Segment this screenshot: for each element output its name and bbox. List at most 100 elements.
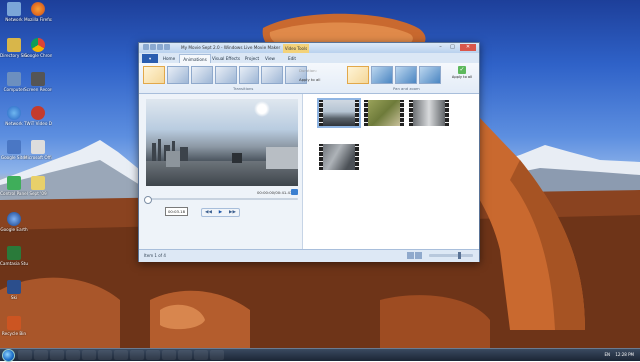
taskbar-item[interactable] [98, 350, 112, 360]
movie-maker-window: My Movie Sept 2.0 - Windows Live Movie M… [138, 42, 480, 262]
apply-to-all-label: Apply to all [451, 75, 473, 79]
skyline-building [180, 147, 188, 161]
desktop-icon[interactable]: Sept '09 [24, 176, 52, 196]
preview-seekbar[interactable] [146, 198, 298, 200]
seek-thumb[interactable] [144, 196, 152, 204]
pan-zoom-thumb[interactable] [371, 66, 393, 84]
taskbar: EN 12:28 PM [0, 348, 640, 362]
title-bar[interactable]: My Movie Sept 2.0 - Windows Live Movie M… [139, 43, 479, 53]
apply-to-all-button[interactable]: ✓ Apply to all [449, 66, 475, 86]
folder-icon [31, 176, 45, 190]
taskbar-item[interactable] [130, 350, 144, 360]
minimize-button[interactable]: – [435, 44, 446, 51]
storyboard-view-icon[interactable] [407, 252, 414, 259]
storyboard-pane [303, 94, 479, 249]
play-icon[interactable]: ▶ [215, 209, 226, 216]
tab-home[interactable]: Home [161, 54, 177, 63]
desktop-icon-label: Screen Recorder [24, 87, 52, 92]
status-text: Item 1 of 4 [144, 253, 166, 258]
taskbar-item[interactable] [18, 350, 32, 360]
storyboard-clip[interactable] [409, 100, 449, 126]
desktop-icon[interactable]: Ski [0, 280, 28, 300]
ribbon: Transitions Duration: Apply to all Pan a… [139, 63, 479, 94]
clip-thumbnail [368, 100, 400, 126]
film-sprocket [355, 100, 359, 126]
desktop-icon[interactable]: Recycle Bin [0, 316, 28, 336]
rooftop-structure [166, 151, 180, 167]
pan-zoom-thumb[interactable] [419, 66, 441, 84]
sun-glare [254, 101, 270, 117]
save-icon[interactable] [150, 44, 156, 50]
pan-zoom-none-thumb[interactable] [347, 66, 369, 84]
taskbar-item[interactable] [146, 350, 160, 360]
apply-to-all-transitions[interactable]: Apply to all [299, 77, 320, 82]
transitions-group-label: Transitions [233, 86, 254, 91]
document-icon [31, 140, 45, 154]
recycle-bin-icon [7, 316, 21, 330]
google-earth-icon [7, 212, 21, 226]
duration-label: Duration: [299, 68, 317, 73]
tab-visual-effects[interactable]: Visual Effects [211, 54, 241, 63]
status-bar: Item 1 of 4 [139, 249, 479, 262]
globe-icon [7, 106, 21, 120]
previous-frame-icon[interactable]: ◀◀ [203, 209, 214, 216]
clip-thumbnail [323, 144, 355, 170]
zoom-slider[interactable] [429, 254, 473, 257]
taskbar-item[interactable] [114, 350, 128, 360]
language-indicator[interactable]: EN [604, 352, 610, 357]
taskbar-item[interactable] [162, 350, 176, 360]
split-video-icon[interactable] [291, 189, 298, 195]
desktop-icon-label: Ski [10, 295, 18, 300]
tab-edit[interactable]: Edit [285, 54, 299, 63]
desktop-icon[interactable]: Mozilla Firefox [24, 2, 52, 22]
taskbar-item[interactable] [34, 350, 48, 360]
desktop-icon[interactable]: Camtasia Studio 6 [0, 246, 28, 266]
preview-pane: 00:00:00/00:41.41 00:03.18 ◀◀ ▶ ▶▶ [139, 94, 303, 249]
pan-zoom-thumb[interactable] [395, 66, 417, 84]
thumbnail-size-icon[interactable] [415, 252, 422, 259]
taskbar-clock[interactable]: 12:28 PM [615, 352, 634, 357]
desktop-icon[interactable]: Screen Recorder [24, 72, 52, 92]
storyboard-clip[interactable] [317, 98, 361, 128]
transition-thumb[interactable] [239, 66, 259, 84]
tab-view[interactable]: View [263, 54, 277, 63]
taskbar-item[interactable] [50, 350, 64, 360]
next-frame-icon[interactable]: ▶▶ [227, 209, 238, 216]
taskbar-item[interactable] [178, 350, 192, 360]
undo-icon[interactable] [157, 44, 163, 50]
taskbar-item[interactable] [82, 350, 96, 360]
zoom-slider-thumb[interactable] [458, 252, 461, 259]
app-menu-icon[interactable] [143, 44, 149, 50]
desktop-icon[interactable]: Microsoft Office [24, 140, 52, 160]
start-button[interactable] [2, 349, 15, 362]
transition-thumb[interactable] [191, 66, 213, 84]
skyline-building [152, 143, 156, 161]
desktop-icon-label: Google Earth [0, 227, 28, 232]
transition-thumb[interactable] [261, 66, 283, 84]
transition-thumb[interactable] [167, 66, 189, 84]
video-tools-context-tab[interactable]: Video Tools [283, 44, 309, 53]
taskbar-item[interactable] [210, 350, 224, 360]
redo-icon[interactable] [164, 44, 170, 50]
taskbar-item[interactable] [66, 350, 80, 360]
seek-tooltip: 00:03.18 [165, 207, 188, 216]
transition-none-thumb[interactable] [143, 66, 165, 84]
network-icon [7, 2, 21, 16]
storyboard-clip[interactable] [319, 144, 359, 170]
storyboard-clip[interactable] [364, 100, 404, 126]
preview-time-readout: 00:00:00/00:41.41 [257, 190, 293, 195]
taskbar-item[interactable] [194, 350, 208, 360]
desktop-icon[interactable]: Google Chrome [24, 38, 52, 58]
tab-project[interactable]: Project [243, 54, 261, 63]
skyline-building [158, 139, 161, 161]
desktop-icon-label: TWiT Video Downloader [24, 121, 52, 126]
transition-thumb[interactable] [215, 66, 237, 84]
app-menu-button[interactable]: ▾ [142, 54, 158, 63]
close-button[interactable]: ✕ [460, 44, 476, 51]
chrome-icon [31, 38, 45, 52]
preview-monitor[interactable] [146, 99, 298, 186]
desktop-icon[interactable]: Google Earth [0, 212, 28, 232]
maximize-button[interactable]: □ [447, 44, 458, 51]
desktop-icon-label: Google Chrome [24, 53, 52, 58]
desktop-icon[interactable]: TWiT Video Downloader [24, 106, 52, 126]
